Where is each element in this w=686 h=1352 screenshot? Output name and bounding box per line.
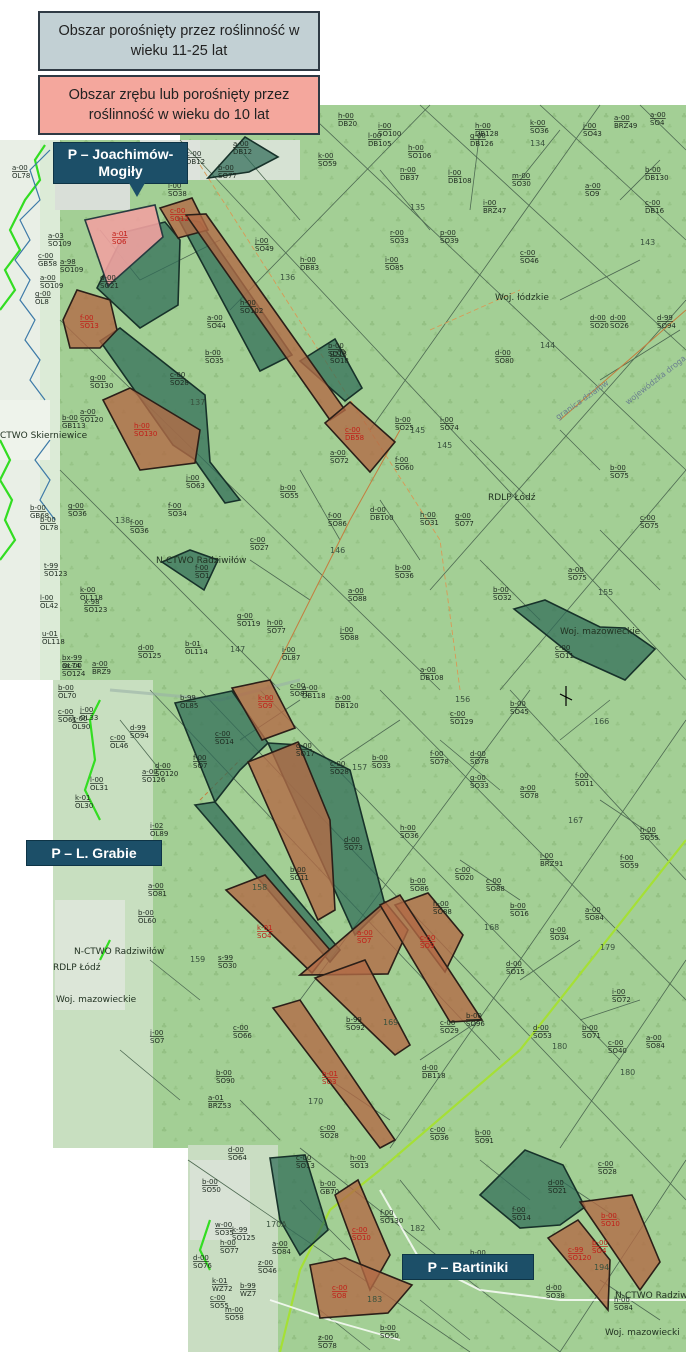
map-label: f-00 SO7 [193,754,207,770]
woj-lodzkie-label: Woj. łódzkie [495,292,549,303]
highlighted-label: a-00 SO7 [357,929,373,945]
map-label: m-00 SO30 [512,172,531,188]
compartment-number: 170 [308,1097,323,1106]
highlighted-label: k-01 SO4 [257,924,273,940]
legend-young-forest: Obszar porośnięty przez roślinność w wie… [38,11,320,71]
compartment-number: 170A [266,1220,287,1229]
highlighted-label: k-00 SO9 [258,694,274,710]
compartment-number: 157 [352,763,367,772]
highlighted-label: c-00 SO9 [420,934,435,950]
map-label: b-00 OL60 [138,909,156,925]
compartment-number: 145 [437,441,452,450]
compartment-number: 183 [367,1295,382,1304]
forest-map: ♣ ♣ [0,104,686,1352]
nctwo-radziwilow-2-label: N-CTWO Radziwiłów [74,946,164,957]
compartment-number: 169 [383,1018,398,1027]
map-label: a-00 OL78 [12,164,30,180]
compartment-number: 147 [230,645,245,654]
callout-grabie-text: P – L. Grabie [51,845,137,861]
compartment-number: 194 [594,1263,609,1272]
callout-joachimow: P – Joachimów-Mogiły [53,142,188,197]
compartment-number: 168 [484,923,499,932]
callout-bartiniki: P – Bartiniki [402,1254,534,1280]
highlighted-label: f-00 SO1 [195,564,209,580]
ctwo-skierniewice-label: CTWO Skierniewice [0,431,88,441]
compartment-number: 180 [552,1042,567,1051]
woj-mazowieckie-2-label: Woj. mazowieckie [56,995,137,1005]
compartment-number: 158 [252,883,267,892]
legend-clearcut: Obszar zrębu lub porośnięty przez roślin… [38,75,320,135]
compartment-number: 155 [598,588,613,597]
compartment-number: 138 [115,516,130,525]
compartment-number: 180 [620,1068,635,1077]
woj-mazowieckie-label: Woj. mazowieckie [560,627,641,637]
map-label: b-99 OL85 [180,694,198,710]
map-label: j-00 SO7 [149,1029,164,1045]
map-label: b-99 WZ7 [240,1282,256,1298]
compartment-number: 135 [410,203,425,212]
compartment-number: 136 [280,273,295,282]
callout-bartiniki-text: P – Bartiniki [427,1259,509,1275]
woj-mazowiecki-3-label: Woj. mazowiecki [605,1328,680,1338]
compartment-number: 166 [594,717,609,726]
highlighted-label: a-01 SO6 [112,230,128,246]
compartment-number: 167 [568,816,583,825]
callout-grabie: P – L. Grabie [26,840,162,866]
nctwo-radziwilow-label: N-CTWO Radziwiłów [156,555,246,566]
callout-joachimow-text: P – Joachimów-Mogiły [67,146,174,179]
radziwilow-short-label: N-CTWO Radziwiłów [615,1290,686,1301]
compartment-number: 159 [190,955,205,964]
legend-young-forest-text: Obszar porośnięty przez roślinność w wie… [58,23,300,59]
highlighted-label: c-00 SO8 [332,1284,347,1300]
map-label: a-00 SO9 [585,182,601,198]
map-label: a-00 SO4 [650,111,666,127]
compartment-number: 143 [640,238,655,247]
compartment-number: 146 [330,546,345,555]
compartment-number: 182 [410,1224,425,1233]
rdlp-lodz-2-label: RDLP Łódź [53,962,101,973]
compartment-number: 134 [530,139,545,148]
map-label: g-00 OL8 [35,290,51,306]
legend-clearcut-text: Obszar zrębu lub porośnięty przez roślin… [68,87,290,123]
map-label: bx-99 OL74 [62,654,82,670]
rdlp-lodz-label: RDLP Łódź [488,492,536,503]
compartment-number: 137 [190,398,205,407]
map-label: b-00 OL78 [40,516,58,532]
map-label: b-00 OL70 [58,684,76,700]
compartment-number: 144 [540,341,555,350]
map-label: m-00 SO58 [225,1306,244,1322]
compartment-number: 179 [600,943,615,952]
compartment-number: 156 [455,695,470,704]
highlighted-label: b-00 SO4 [592,1239,608,1255]
highlighted-label: b-01 SO3 [322,1070,338,1086]
